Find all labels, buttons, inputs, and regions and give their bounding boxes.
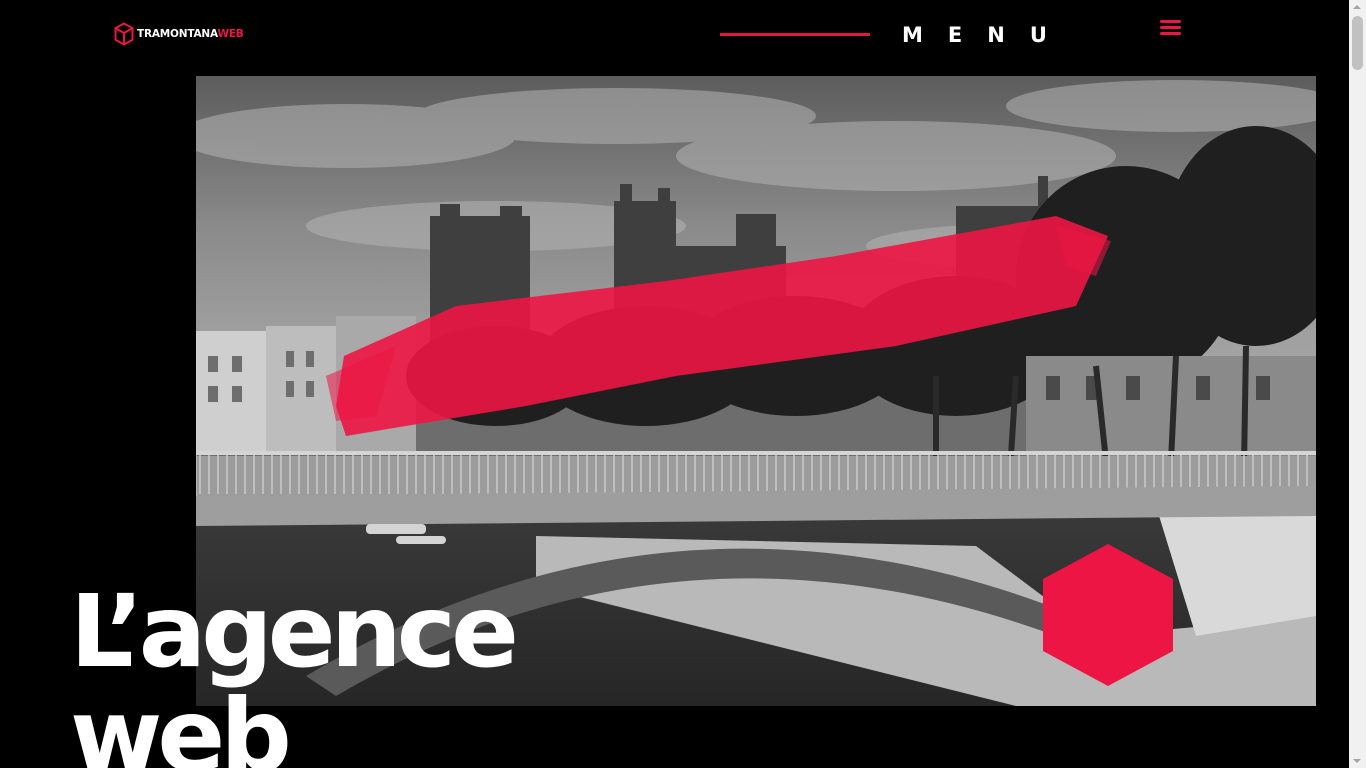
hexagon-shape-icon [1043,544,1173,686]
page: TRAMONTANAWEB MENU L’agence web [0,0,1366,768]
hero-headline: L’agence web [70,573,519,768]
scroll-down-arrow-icon[interactable] [1353,759,1361,763]
menu-label[interactable]: MENU [902,20,1072,50]
hexagon-cube-logo-icon [114,22,134,46]
headline-line-1: L’agence [70,573,519,690]
hamburger-menu-icon[interactable] [1160,20,1182,38]
hamburger-bar [1160,20,1181,23]
scrollbar-thumb[interactable] [1352,16,1363,70]
brand-name: TRAMONTANAWEB [137,28,244,40]
brand-name-main: TRAMONTANA [137,28,218,40]
hamburger-bar [1160,32,1181,35]
scroll-up-arrow-icon[interactable] [1353,5,1361,9]
brand-name-accent: WEB [217,28,244,40]
vertical-scrollbar[interactable] [1349,0,1366,768]
hamburger-bar [1160,26,1181,29]
headline-line-2: web [70,677,292,768]
menu-accent-line [720,33,870,36]
brand-logo[interactable]: TRAMONTANAWEB [114,21,244,47]
